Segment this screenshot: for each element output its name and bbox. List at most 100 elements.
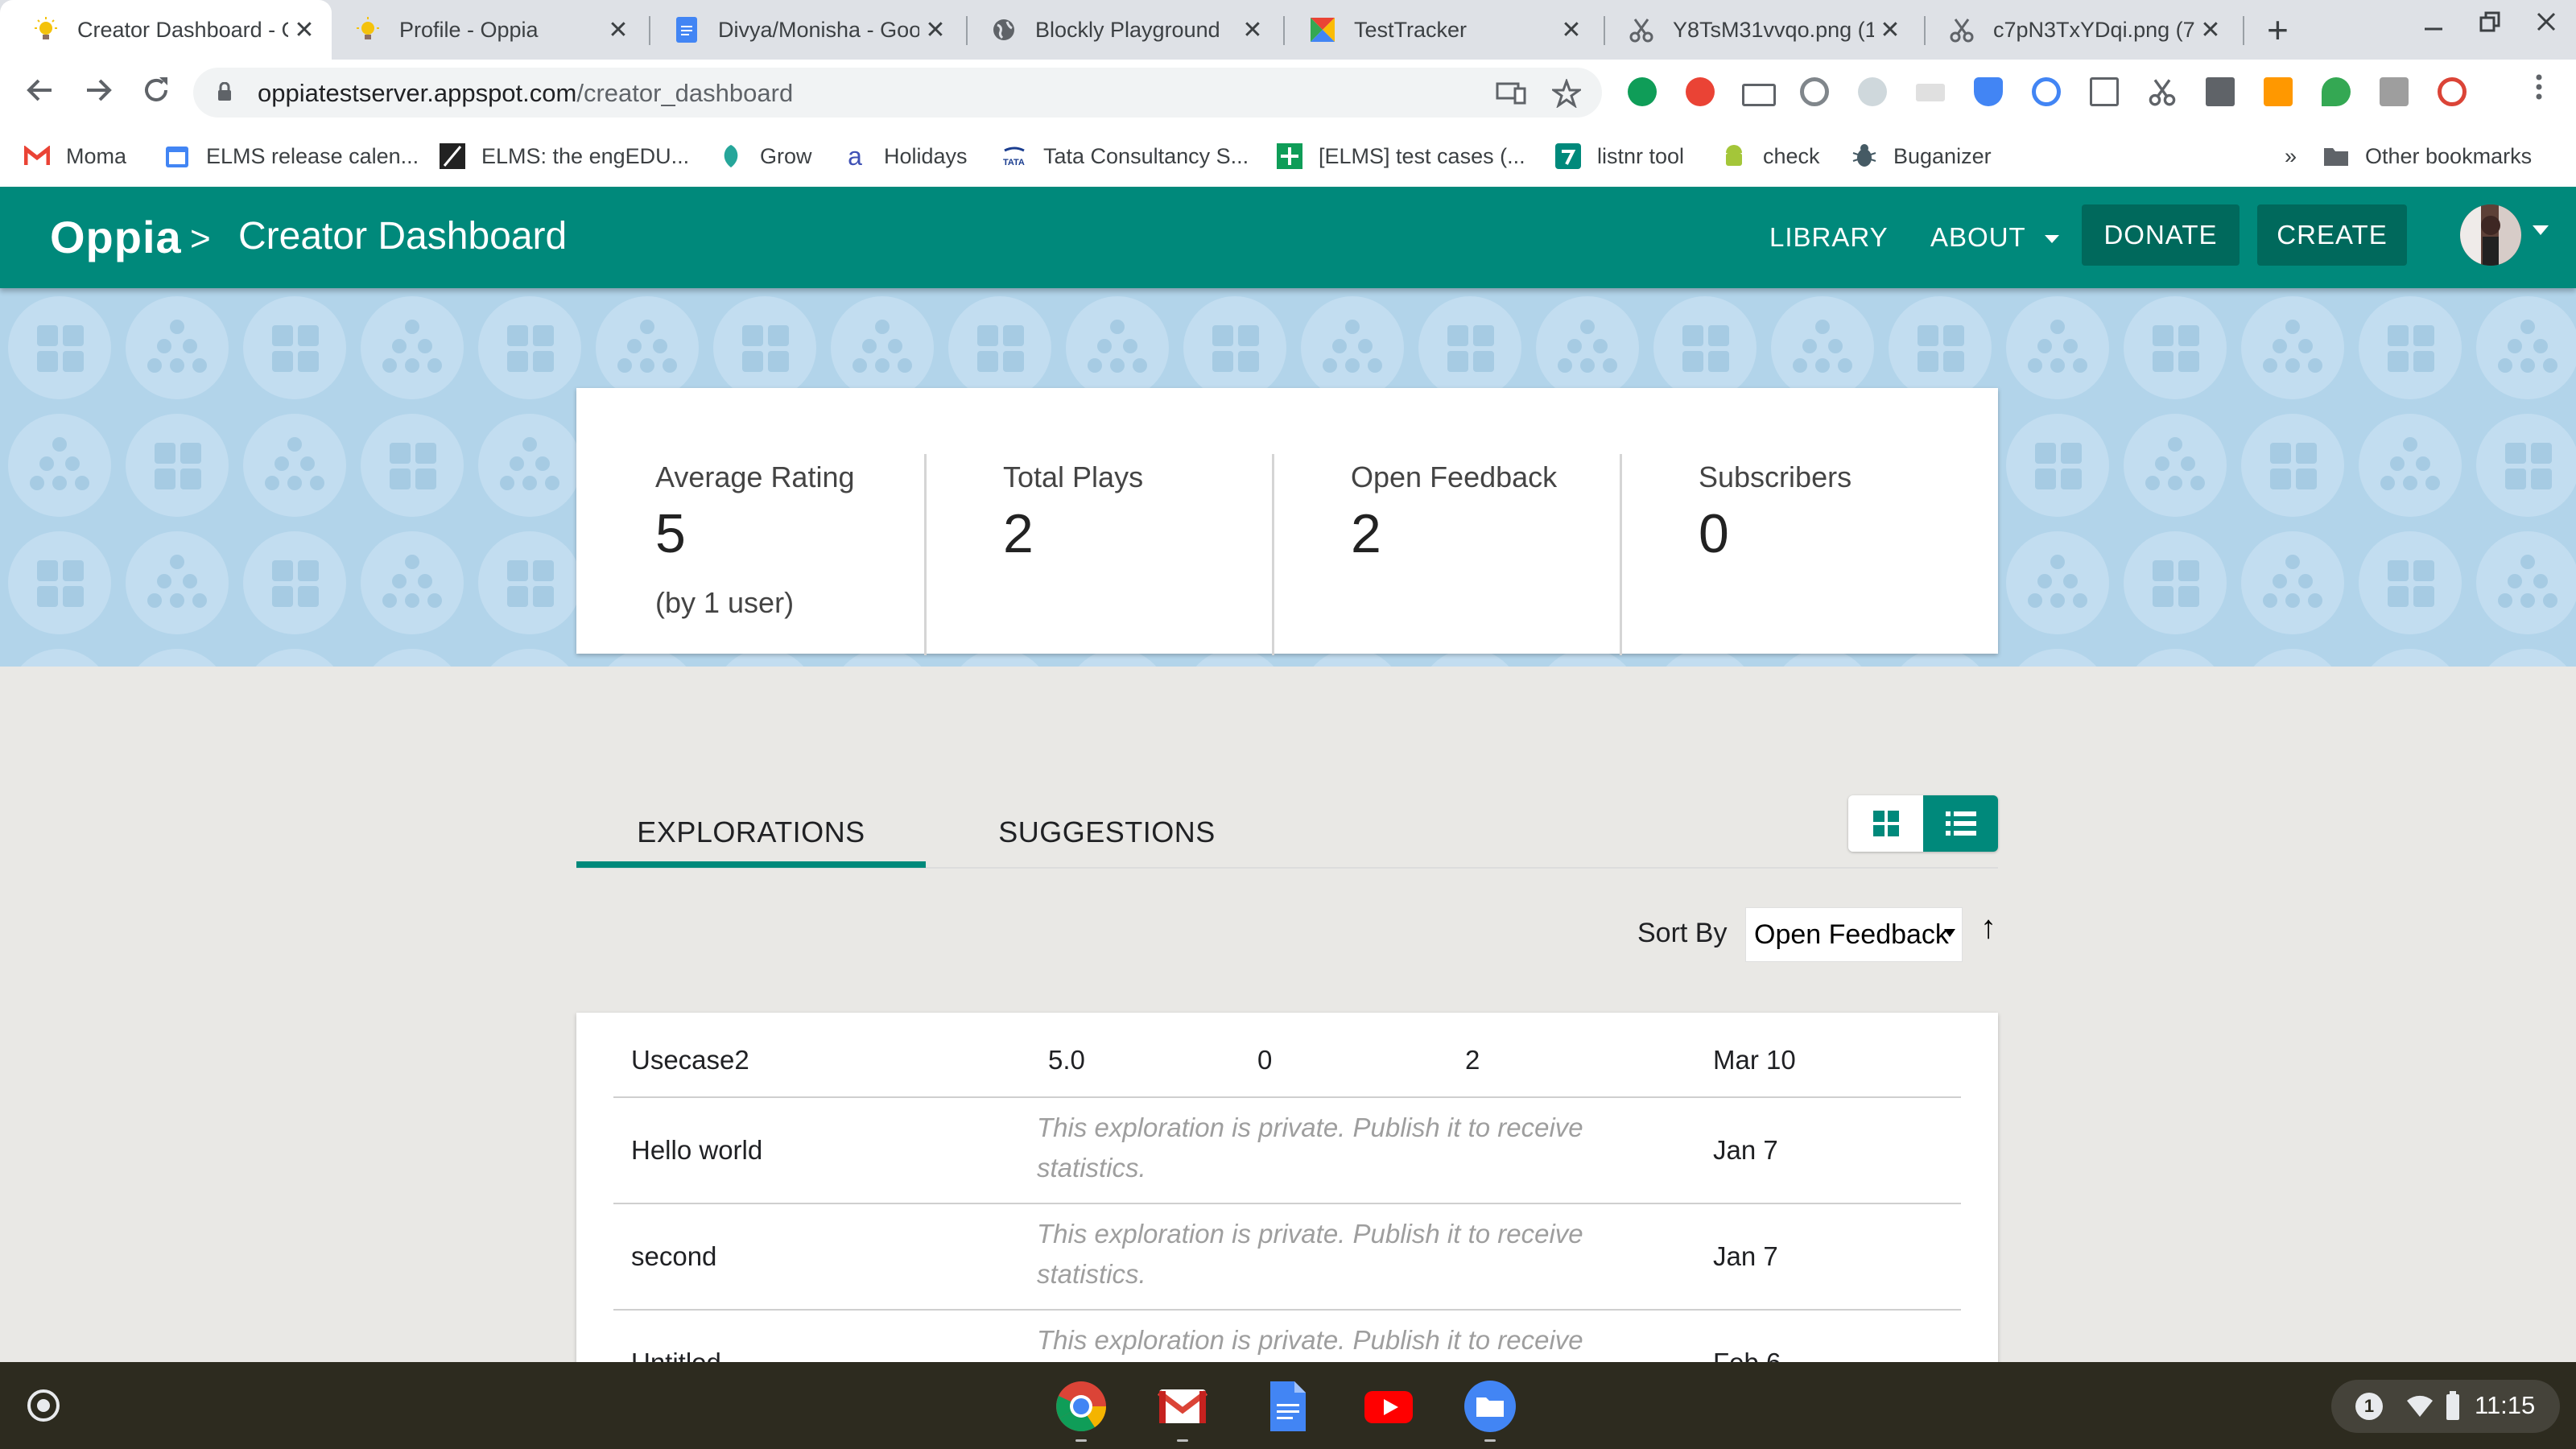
create-button[interactable]: CREATE [2257,204,2407,266]
tab-title: TestTracker [1354,17,1468,42]
google-docs-app-icon[interactable] [1261,1380,1314,1433]
address-bar[interactable]: oppiatestserver.appspot.com/creator_dash… [193,68,1602,118]
banner-pattern-circle [2006,296,2109,399]
close-window-icon[interactable] [2533,8,2560,43]
tab-close-icon[interactable]: ✕ [2194,16,2227,44]
donate-button[interactable]: DONATE [2082,204,2240,266]
avatar-caret-icon[interactable] [2533,225,2549,235]
tab-close-icon[interactable]: ✕ [288,16,320,44]
minimize-window-icon[interactable] [2420,8,2447,43]
extension-heart-icon[interactable] [2322,77,2351,106]
extension-grammarly-icon[interactable] [1628,77,1657,106]
tab-divider [2243,16,2244,45]
stat-value: 2 [1351,503,1381,564]
cast-icon[interactable] [1496,79,1526,114]
extension-monitor-icon[interactable] [2206,77,2235,106]
sort-direction-arrow-icon[interactable]: ↑ [1980,910,1996,946]
bookmark-check[interactable]: check [1721,140,1820,172]
bookmark-elms-test-cases[interactable]: [ELMS] test cases (... [1277,140,1525,172]
banner-pattern-circle [361,649,464,667]
bookmark-star-icon[interactable] [1550,77,1583,115]
extension-orange-icon[interactable] [2264,77,2293,106]
bookmark-elms-release-calendar[interactable]: ELMS release calen... [164,140,419,172]
table-row[interactable]: second This exploration is private. Publ… [613,1203,1961,1311]
exploration-date: Jan 7 [1713,1241,1778,1271]
restore-window-icon[interactable] [2476,8,2504,43]
tab-creator-dashboard[interactable]: Creator Dashboard - O ✕ [0,0,332,60]
avatar[interactable] [2460,204,2521,266]
tab-close-icon[interactable]: ✕ [1236,16,1269,44]
tab-close-icon[interactable]: ✕ [602,16,634,44]
nav-about-dropdown[interactable]: ABOUT [1930,222,2060,253]
exploration-title[interactable]: Hello world [631,1135,762,1166]
tab-title: Creator Dashboard - O [77,17,288,42]
banner-pattern-circle [1653,296,1757,399]
extension-ring-icon[interactable] [2438,77,2467,106]
tab-close-icon[interactable]: ✕ [919,16,952,44]
extension-face-icon[interactable] [1858,77,1887,106]
stat-total-plays: Total Plays 2 [924,422,1274,655]
sort-by-select[interactable]: Open Feedback [1745,907,1963,962]
extension-g-icon[interactable] [1800,77,1829,106]
exploration-title[interactable]: Usecase2 [631,1045,749,1075]
extension-red-icon[interactable] [1686,77,1715,106]
status-tray[interactable]: 1 11:15 [2331,1380,2560,1433]
back-arrow-icon[interactable] [24,74,56,114]
bookmark-moma[interactable]: Moma [24,140,126,172]
extension-ticket-icon[interactable] [2380,77,2409,106]
extension-shield-icon[interactable] [1974,77,2003,106]
banner-pattern-circle [2359,531,2462,634]
exploration-title[interactable]: second [631,1241,716,1272]
other-bookmarks[interactable]: Other bookmarks [2323,140,2532,172]
extension-blue-ring-icon[interactable] [2032,77,2061,106]
notification-count-badge[interactable]: 1 [2355,1393,2383,1420]
tab-suggestions[interactable]: SUGGESTIONS [926,797,1288,868]
extension-laptop-icon[interactable] [1742,84,1776,106]
bookmark-grow[interactable]: Grow [718,140,812,172]
tab-profile[interactable]: Profile - Oppia ✕ [322,0,646,60]
grid-view-button[interactable] [1848,795,1923,852]
bookmark-elms-engedu[interactable]: ELMS: the engEDU... [440,140,689,172]
tab-blockly-playground[interactable]: Blockly Playground ✕ [958,0,1280,60]
bookmark-label: [ELMS] test cases (... [1319,143,1525,168]
caret-down-icon [2045,235,2060,244]
banner-pattern-circle [8,531,111,634]
tab-close-icon[interactable]: ✕ [1874,16,1906,44]
bookmark-listnr-tool[interactable]: listnr tool [1555,140,1684,172]
bookmarks-overflow-button[interactable]: » [2285,140,2297,172]
bookmark-tata-consultancy[interactable]: TATA Tata Consultancy S... [1001,140,1249,172]
extension-window-icon[interactable] [2090,77,2119,106]
launcher-icon[interactable] [27,1389,60,1422]
youtube-app-icon[interactable] [1362,1380,1415,1433]
gmail-app-icon[interactable] [1156,1380,1209,1433]
tab-c7pn3txydqi-png[interactable]: c7pN3TxYDqi.png (7 ✕ [1916,0,2238,60]
banner-pattern-circle [243,296,346,399]
reload-icon[interactable] [140,74,172,114]
tab-close-icon[interactable]: ✕ [1555,16,1587,44]
a-icon: a [848,141,862,171]
bookmark-label: Moma [66,143,127,168]
table-row[interactable]: Usecase2 5.0 0 2 Mar 10 [613,1013,1961,1098]
banner-pattern-circle [243,531,346,634]
extension-scissors-icon[interactable] [2148,77,2177,106]
new-tab-button[interactable]: + [2267,8,2289,52]
oppia-logo[interactable]: Oppia [50,211,182,263]
files-app-icon[interactable] [1463,1380,1517,1433]
extension-card-icon[interactable] [1916,84,1945,101]
view-toggle [1848,795,1998,852]
bookmark-holidays[interactable]: a Holidays [842,140,967,172]
chrome-menu-icon[interactable] [2531,71,2547,111]
nav-library-link[interactable]: LIBRARY [1769,222,1889,253]
os-shelf: 1 11:15 [0,1362,2576,1449]
tab-y8tsm31vvqo-png[interactable]: Y8TsM31vvqo.png (1 ✕ [1596,0,1918,60]
forward-arrow-icon[interactable] [82,74,114,114]
table-row[interactable]: Hello world This exploration is private.… [613,1096,1961,1204]
bookmark-buganizer[interactable]: Buganizer [1852,140,1992,172]
banner-pattern-circle [2241,296,2344,399]
list-view-button[interactable] [1923,795,1998,852]
bookmark-label: ELMS release calen... [206,143,419,168]
tab-testtracker[interactable]: TestTracker ✕ [1277,0,1599,60]
tab-divya-monisha[interactable]: Divya/Monisha - Goo ✕ [641,0,963,60]
chrome-app-icon[interactable] [1055,1380,1108,1433]
tab-explorations[interactable]: EXPLORATIONS [576,797,926,868]
